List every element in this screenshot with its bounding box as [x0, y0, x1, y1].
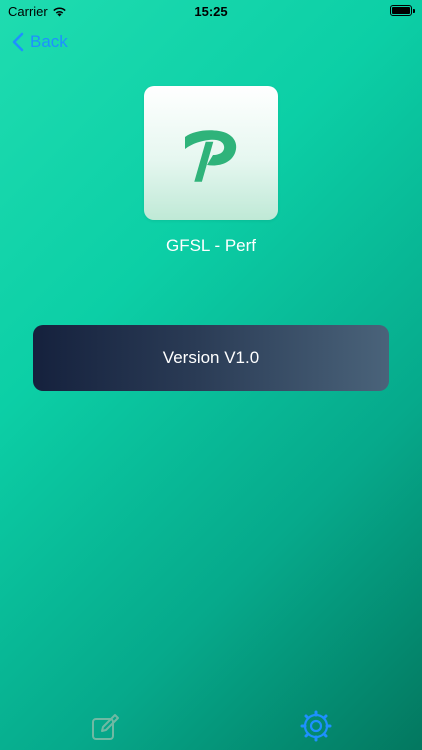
version-label: Version V1.0: [162, 348, 260, 367]
tab-edit[interactable]: [90, 712, 122, 744]
version-card: Version V1.0: [33, 325, 389, 391]
tab-settings[interactable]: [300, 710, 332, 742]
status-bar: Carrier 15:25: [0, 0, 422, 24]
app-logo-mark: [185, 130, 237, 182]
back-label: Back: [30, 32, 68, 51]
battery-icon: [390, 5, 415, 16]
battery-fill: [392, 7, 410, 14]
back-button[interactable]: Back: [12, 32, 68, 52]
app-logo: [144, 86, 278, 220]
gear-icon: [300, 710, 332, 742]
edit-icon: [92, 714, 119, 740]
clock: 15:25: [194, 4, 228, 19]
tab-bar: [0, 700, 422, 750]
chevron-left-icon: [12, 32, 24, 52]
app-name: GFSL - Perf: [165, 236, 257, 255]
